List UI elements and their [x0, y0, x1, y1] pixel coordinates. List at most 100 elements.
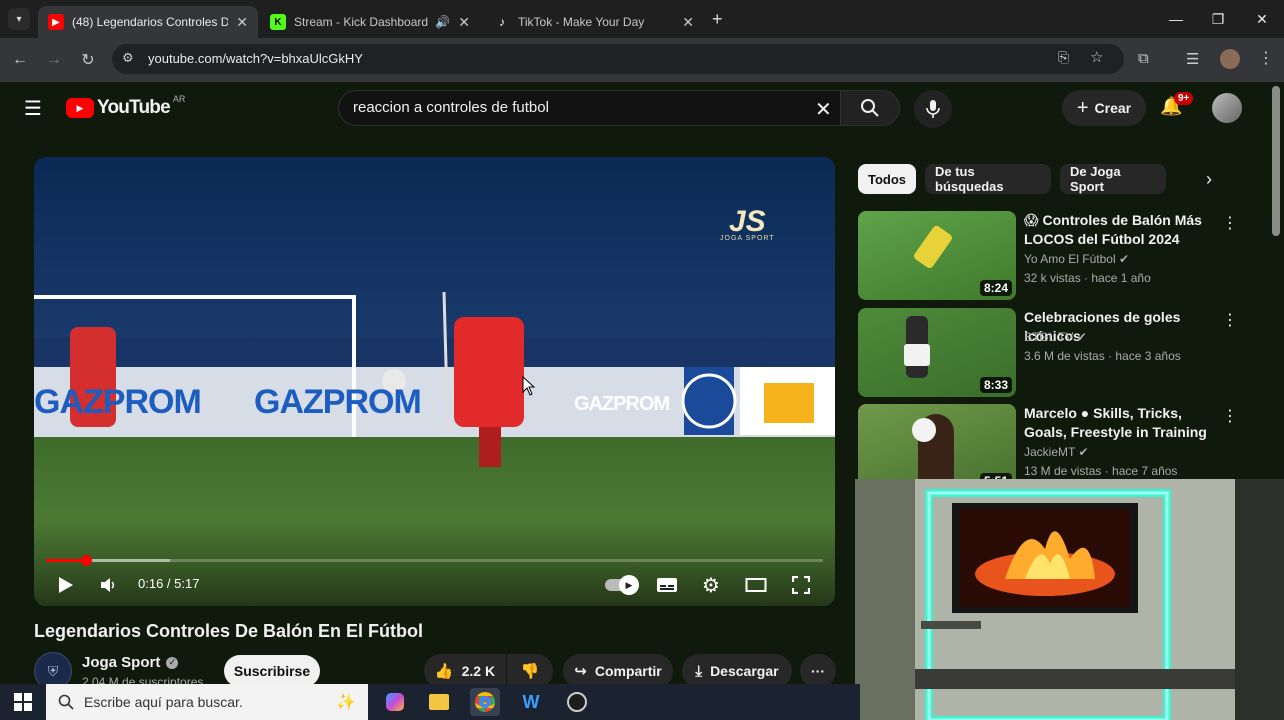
volume-icon — [101, 578, 115, 592]
close-tab-icon[interactable]: ✕ — [458, 14, 470, 31]
subtitles-button[interactable] — [654, 573, 680, 597]
chip-label: De Joga Sport — [1070, 164, 1121, 194]
notification-badge: 9+ — [1174, 92, 1194, 105]
video-player[interactable]: GAZPROM GAZPROM GAZPROM JS JOGA SPORT 0:… — [34, 157, 835, 606]
channel-name-row[interactable]: Joga Sport ✓ — [82, 654, 179, 671]
voice-search-button[interactable] — [914, 90, 952, 128]
create-button[interactable]: + Crear — [1062, 90, 1146, 126]
start-button[interactable] — [8, 688, 38, 716]
rec-channel-name: Yo Amo El Fútbol — [1024, 252, 1116, 266]
autoplay-toggle[interactable]: ▶ — [602, 574, 639, 596]
youtube-wordmark: YouTube — [97, 97, 171, 118]
address-bar[interactable]: ⚙ youtube.com/watch?v=bhxaUlcGkHY ⎘ ☆ — [112, 44, 1124, 74]
board-word: GAZPROM — [34, 383, 202, 421]
search-input[interactable]: reaccion a controles de futbol ✕ — [338, 90, 840, 126]
region-code: AR — [172, 94, 186, 104]
tab-tiktok[interactable]: ♪ TikTok - Make Your Day ✕ — [484, 6, 704, 38]
video-thumbnail[interactable]: 8:24 — [858, 211, 1016, 300]
mouse-cursor — [522, 376, 536, 396]
volume-button[interactable] — [96, 573, 120, 597]
download-label: Descargar — [710, 663, 779, 679]
gear-icon: ⚙ — [702, 574, 720, 597]
more-options-icon[interactable]: ⋮ — [1222, 213, 1238, 233]
minimize-button[interactable]: — — [1156, 6, 1196, 32]
search-icon — [861, 99, 879, 117]
reload-button[interactable]: ↻ — [76, 48, 100, 72]
rec-channel: JackieMT ✔ — [1024, 445, 1089, 459]
download-button[interactable]: ⤓ Descargar — [682, 654, 792, 688]
speaker-icon[interactable]: 🔊 — [435, 15, 450, 29]
rec-meta: 13 M de vistas · hace 7 años — [1024, 464, 1178, 478]
forward-button[interactable]: → — [42, 48, 66, 72]
taskbar-search-box[interactable]: Escribe aquí para buscar. ✨ — [46, 684, 368, 720]
thumbs-down-icon: 👎 — [520, 663, 540, 680]
new-tab-button[interactable]: + — [712, 9, 723, 30]
recommendation-item[interactable]: 8:33 Celebraciones de goles icónicos BTG… — [858, 308, 1268, 398]
tab-youtube[interactable]: ▶ (48) Legendarios Controles De B ✕ — [38, 6, 258, 38]
close-tab-icon[interactable]: ✕ — [236, 14, 248, 31]
maximize-button[interactable]: ❐ — [1198, 6, 1238, 32]
tab-search-button[interactable]: ▾ — [8, 8, 30, 30]
profile-avatar[interactable] — [1220, 49, 1240, 69]
close-window-button[interactable]: ✕ — [1242, 6, 1282, 32]
board-word: GAZPROM — [574, 393, 670, 415]
copilot-icon[interactable] — [380, 688, 410, 716]
more-options-icon[interactable]: ⋮ — [1222, 406, 1238, 426]
chips-next-icon[interactable]: › — [1206, 169, 1212, 190]
url-text: youtube.com/watch?v=bhxaUlcGkHY — [148, 51, 363, 66]
chip-de-tus-busquedas[interactable]: De tus búsquedas — [925, 164, 1051, 194]
chrome-menu-icon[interactable]: ⋮ — [1258, 48, 1274, 68]
chip-label: De tus búsquedas — [935, 164, 1004, 194]
recommendation-item[interactable]: 8:24 😱 Controles de Balón Más LOCOS del … — [858, 211, 1268, 301]
fullscreen-icon — [792, 576, 810, 594]
subscribe-button[interactable]: Suscribirse — [224, 655, 320, 687]
site-info-icon[interactable]: ⚙ — [122, 50, 134, 66]
webex-icon[interactable]: W — [516, 688, 546, 716]
watermark-logo: JS — [728, 205, 766, 238]
close-tab-icon[interactable]: ✕ — [682, 14, 694, 31]
theater-mode-button[interactable] — [742, 573, 770, 597]
browser-toolbar: ← → ↻ ⚙ youtube.com/watch?v=bhxaUlcGkHY … — [0, 38, 1284, 82]
chrome-taskbar-icon[interactable] — [470, 688, 500, 716]
video-duration: 8:33 — [979, 377, 1012, 393]
rec-meta: 3.6 M de vistas · hace 3 años — [1024, 349, 1181, 363]
search-button[interactable] — [840, 90, 900, 126]
play-button[interactable] — [54, 573, 78, 597]
hamburger-menu-icon[interactable]: ☰ — [24, 96, 42, 121]
rec-channel-name: JackieMT — [1024, 445, 1076, 459]
watermark-subtext: JOGA SPORT — [720, 235, 775, 242]
page-scrollbar[interactable] — [1272, 86, 1280, 236]
thumbs-up-icon: 👍 — [434, 663, 454, 680]
chevron-down-icon: ▾ — [16, 13, 22, 25]
taskbar-search-placeholder: Escribe aquí para buscar. — [84, 694, 243, 710]
chip-todos[interactable]: Todos — [858, 164, 916, 194]
dislike-button[interactable]: 👎 — [507, 654, 553, 688]
thumbnail-ball — [912, 418, 936, 442]
youtube-logo[interactable]: ▶ YouTube AR — [66, 94, 186, 119]
subscribe-label: Suscribirse — [233, 663, 311, 679]
reading-list-icon[interactable]: ☰ — [1186, 50, 1199, 68]
more-icon: ··· — [811, 663, 825, 679]
progress-bar[interactable] — [46, 555, 823, 566]
video-thumbnail[interactable]: 8:33 — [858, 308, 1016, 397]
more-options-icon[interactable]: ⋮ — [1222, 310, 1238, 330]
video-title: Legendarios Controles De Balón En El Fút… — [34, 621, 424, 641]
tab-kick[interactable]: K Stream - Kick Dashboard 🔊 ✕ — [260, 6, 480, 38]
back-button[interactable]: ← — [8, 48, 32, 72]
like-button[interactable]: 👍 2.2 K — [424, 654, 506, 688]
share-button[interactable]: ↪ Compartir — [563, 654, 673, 688]
settings-button[interactable]: ⚙ — [698, 573, 724, 597]
bookmark-star-icon[interactable]: ☆ — [1090, 48, 1103, 66]
notifications-button[interactable]: 🔔 9+ — [1160, 92, 1194, 117]
extensions-icon[interactable]: ⧉ — [1138, 50, 1149, 67]
more-actions-button[interactable]: ··· — [800, 654, 836, 688]
verified-icon: ✔ — [1076, 330, 1087, 344]
obs-icon[interactable] — [562, 688, 592, 716]
progress-played — [46, 559, 87, 562]
clear-search-icon[interactable]: ✕ — [815, 97, 832, 122]
account-avatar[interactable] — [1212, 93, 1242, 123]
install-app-icon[interactable]: ⎘ — [1058, 49, 1069, 66]
chip-de-joga-sport[interactable]: De Joga Sport — [1060, 164, 1166, 194]
fullscreen-button[interactable] — [788, 573, 814, 597]
file-explorer-icon[interactable] — [424, 688, 454, 716]
